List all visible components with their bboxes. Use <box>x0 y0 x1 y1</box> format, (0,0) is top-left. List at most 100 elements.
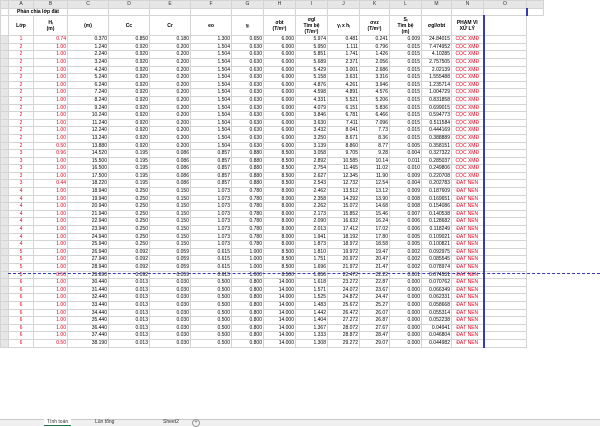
cell[interactable] <box>389 7 422 17</box>
table-cell[interactable]: 1 <box>8 35 34 44</box>
table-cell[interactable]: 2 <box>8 118 34 128</box>
row-number[interactable] <box>0 338 9 348</box>
table-cell[interactable]: 13.880 <box>67 141 109 151</box>
table-cell[interactable]: 4.576 <box>359 88 390 97</box>
table-cell[interactable]: 8.500 <box>263 247 296 257</box>
row-number[interactable] <box>0 103 9 113</box>
cell[interactable] <box>108 7 150 17</box>
table-cell[interactable]: 0.780 <box>231 194 264 204</box>
table-cell[interactable]: 0.000 <box>389 323 422 333</box>
table-cell[interactable]: 0.200 <box>149 103 191 113</box>
table-cell[interactable]: 0.920 <box>108 88 150 97</box>
table-cell[interactable]: 0.500 <box>190 323 232 333</box>
table-cell[interactable]: 0.015 <box>389 111 422 120</box>
cell[interactable] <box>483 7 528 17</box>
table-cell[interactable] <box>483 278 527 287</box>
table-cell[interactable]: 7.096 <box>359 118 390 128</box>
table-cell[interactable]: 3.316 <box>359 73 390 82</box>
table-cell[interactable]: CỌC XMĐ <box>451 57 485 67</box>
table-cell[interactable]: 0.250 <box>108 202 150 211</box>
table-cell[interactable]: 24.872 <box>327 293 360 302</box>
table-cell[interactable] <box>483 179 527 189</box>
table-cell[interactable] <box>483 156 527 166</box>
table-cell[interactable]: 18.192 <box>327 232 360 242</box>
cell[interactable] <box>67 7 109 17</box>
table-cell[interactable]: 0.880 <box>231 149 264 158</box>
table-cell[interactable]: 29.272 <box>327 338 360 348</box>
table-cell[interactable]: 5.689 <box>295 57 328 67</box>
table-cell[interactable]: 6.000 <box>263 73 296 82</box>
column-header[interactable]: B <box>33 0 68 9</box>
table-cell[interactable]: 0.030 <box>149 278 191 287</box>
table-cell[interactable] <box>483 149 527 158</box>
table-cell[interactable]: ĐẤT NỀN <box>451 209 485 219</box>
row-number[interactable] <box>0 133 9 143</box>
table-cell[interactable]: 2 <box>8 133 34 143</box>
table-cell[interactable]: 0.007 <box>389 209 422 219</box>
table-cell[interactable]: 0.630 <box>231 88 264 97</box>
table-cell[interactable]: 0.013 <box>108 331 150 340</box>
table-cell[interactable]: 17.80 <box>359 232 390 242</box>
table-cell[interactable]: 3 <box>8 171 34 181</box>
table-cell[interactable] <box>483 202 527 211</box>
table-cell[interactable]: 0.011 <box>389 156 422 166</box>
table-cell[interactable]: 22.87 <box>359 278 390 287</box>
table-cell[interactable]: 0.006 <box>389 217 422 227</box>
sheet-tab-sheet2[interactable]: Sheet2 <box>160 419 182 425</box>
table-cell[interactable]: 0.920 <box>108 118 150 128</box>
table-cell[interactable]: 35.440 <box>67 316 109 325</box>
table-cell[interactable] <box>483 338 527 348</box>
row-number[interactable] <box>0 202 9 211</box>
row-number[interactable] <box>0 179 9 189</box>
table-cell[interactable] <box>483 209 527 219</box>
data-table[interactable]: A B C D E F G H I J K L M N O Phần chia … <box>0 0 544 348</box>
table-cell[interactable] <box>483 57 527 67</box>
table-cell[interactable]: 6 <box>8 323 34 333</box>
table-cell[interactable]: 5.974 <box>295 35 328 44</box>
header-zi[interactable]: (m) <box>67 15 109 37</box>
table-cell[interactable]: 0.013 <box>108 316 150 325</box>
table-cell[interactable]: 0.630 <box>231 133 264 143</box>
table-cell[interactable]: 0.015 <box>389 65 422 75</box>
table-cell[interactable]: 1.00 <box>33 73 68 82</box>
table-cell[interactable]: 0.500 <box>190 285 232 295</box>
table-cell[interactable]: 0.030 <box>149 331 191 340</box>
table-cell[interactable]: 0.630 <box>231 42 264 52</box>
table-cell[interactable]: 0.200 <box>149 111 191 120</box>
table-cell[interactable]: ĐẤT NỀN <box>451 247 485 257</box>
table-cell[interactable]: 0.086 <box>149 149 191 158</box>
header-gamma[interactable]: γᵢ <box>231 15 264 37</box>
table-cell[interactable]: 14.000 <box>263 278 296 287</box>
row-number[interactable] <box>0 156 9 166</box>
table-cell[interactable]: 24.84015 <box>421 35 452 44</box>
table-cell[interactable]: 0.800 <box>231 323 264 333</box>
table-cell[interactable]: 4.079 <box>295 103 328 113</box>
table-cell[interactable]: 25.940 <box>67 240 109 249</box>
table-cell[interactable]: 0.150 <box>149 202 191 211</box>
table-cell[interactable]: 0.013 <box>108 323 150 333</box>
table-cell[interactable]: 20.47 <box>359 255 390 264</box>
table-cell[interactable]: 3.139 <box>295 141 328 151</box>
table-cell[interactable]: ĐẤT NỀN <box>451 263 485 272</box>
table-cell[interactable]: 0.078974 <box>421 263 452 272</box>
table-cell[interactable]: 10.14 <box>359 156 390 166</box>
row-number[interactable] <box>0 316 9 325</box>
table-cell[interactable]: 1.873 <box>295 240 328 249</box>
header-cc[interactable]: Cc <box>108 15 150 37</box>
table-cell[interactable]: 0.013 <box>108 285 150 295</box>
cell[interactable] <box>263 7 296 17</box>
table-cell[interactable]: 3.631 <box>327 73 360 82</box>
table-cell[interactable]: 8.500 <box>263 263 296 272</box>
table-cell[interactable]: 2.013 <box>295 225 328 234</box>
table-cell[interactable]: 8.000 <box>263 240 296 249</box>
table-cell[interactable]: 1.000 <box>231 255 264 264</box>
table-cell[interactable] <box>483 73 527 82</box>
table-cell[interactable]: 3.630 <box>295 118 328 128</box>
table-cell[interactable]: CỌC XMĐ <box>451 171 485 181</box>
table-cell[interactable]: 8.500 <box>263 149 296 158</box>
table-cell[interactable]: 1.00 <box>33 232 68 242</box>
column-header[interactable]: I <box>295 0 328 9</box>
table-cell[interactable]: 8.500 <box>263 156 296 166</box>
header-ratio[interactable]: σgl/σbt <box>421 15 452 37</box>
row-number[interactable] <box>0 217 9 227</box>
